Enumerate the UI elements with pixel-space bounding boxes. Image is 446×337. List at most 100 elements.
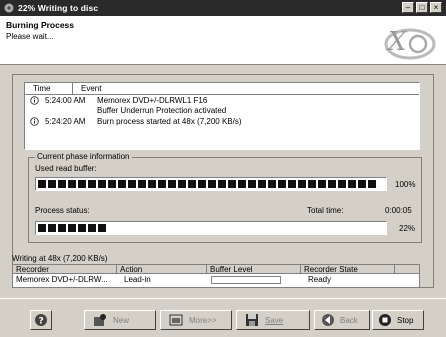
progress-segment [368,180,376,188]
save-button-label: Save [265,315,284,325]
title-bar[interactable]: 22% Writing to disc ‒ □ × [0,0,446,16]
progress-segment [108,180,116,188]
new-button[interactable]: New [84,310,156,330]
progress-segment [248,180,256,188]
progress-segment [228,180,236,188]
progress-segment [128,180,136,188]
progress-segment [358,180,366,188]
progress-segment [268,180,276,188]
process-percent: 22% [399,224,416,233]
svg-text:?: ? [39,317,44,327]
progress-segment [58,180,66,188]
total-time-value: 0:00:05 [385,206,412,215]
minimize-button[interactable]: ‒ [402,2,414,13]
new-disc-icon [94,314,106,326]
progress-segment [58,224,66,232]
progress-segment [278,180,286,188]
log-event: Burn process started at 48x (7,200 KB/s) [97,117,242,126]
progress-segment [338,180,346,188]
header-panel: Burning Process Please wait... X [0,16,446,65]
phase-info-group: Current phase information Used read buff… [28,152,422,243]
progress-segment [308,180,316,188]
stop-icon [379,314,391,326]
progress-segment [298,180,306,188]
column-header-recorder-state[interactable]: Recorder State [301,265,395,274]
progress-segment [38,180,46,188]
help-button[interactable]: ? [30,310,52,330]
recorder-state: Ready [308,275,332,284]
read-buffer-progress-bar [35,177,387,191]
log-time: 5:24:20 AM [45,117,86,126]
progress-segment [328,180,336,188]
progress-segment [78,180,86,188]
column-header-recorder[interactable]: Recorder [13,265,117,274]
back-button-label: Back [340,315,358,325]
page-title: Burning Process [6,20,75,30]
read-buffer-fill [38,180,384,188]
column-header-event[interactable]: Event [73,83,419,94]
info-icon [30,96,39,105]
progress-segment [258,180,266,188]
stop-button[interactable]: Stop [372,310,424,330]
more-button[interactable]: More>> [160,310,232,330]
app-icon [4,3,14,13]
progress-segment [78,224,86,232]
page-subtitle: Please wait... [6,32,54,41]
back-arrow-icon [322,314,334,326]
progress-segment [138,180,146,188]
read-buffer-percent: 100% [395,180,416,189]
progress-segment [238,180,246,188]
progress-segment [168,180,176,188]
nero-logo-icon: X [384,27,436,60]
progress-segment [158,180,166,188]
progress-segment [98,180,106,188]
progress-segment [148,180,156,188]
progress-segment [88,180,96,188]
back-button[interactable]: Back [314,310,370,330]
recorder-name: Memorex DVD+/-DLRW... [16,275,108,284]
log-row: 5:24:00 AM Memorex DVD+/-DLRWL1 F16 [25,96,419,106]
recorder-table[interactable]: Recorder Action Buffer Level Recorder St… [12,264,420,288]
recorder-action: Lead-in [124,275,151,284]
svg-text:X: X [386,27,408,57]
progress-segment [288,180,296,188]
column-header-buffer-level[interactable]: Buffer Level [207,265,301,274]
progress-segment [48,180,56,188]
maximize-button[interactable]: □ [416,2,428,13]
progress-segment [98,224,106,232]
progress-segment [178,180,186,188]
close-button[interactable]: × [430,2,442,13]
progress-segment [48,224,56,232]
progress-segment [68,180,76,188]
process-fill [38,224,114,232]
progress-segment [208,180,216,188]
column-header-extra [395,265,419,274]
help-icon: ? [35,314,47,327]
group-legend: Current phase information [35,152,132,161]
log-event: Buffer Underrun Protection activated [97,106,227,115]
progress-segment [188,180,196,188]
save-button[interactable]: Save [236,310,310,330]
column-header-action[interactable]: Action [117,265,207,274]
log-time: 5:24:00 AM [45,96,86,105]
buffer-level-bar [211,276,281,284]
progress-segment [118,180,126,188]
event-log[interactable]: Time Event 5:24:00 AM Memorex DVD+/-DLRW… [24,82,420,150]
status-line: Writing at 48x (7,200 KB/s) [12,254,108,263]
save-icon [246,314,258,326]
progress-segment [38,224,46,232]
read-buffer-label: Used read buffer: [35,164,97,173]
progress-segment [218,180,226,188]
progress-segment [68,224,76,232]
column-header-time[interactable]: Time [25,83,73,94]
info-icon [30,117,39,126]
log-event: Memorex DVD+/-DLRWL1 F16 [97,96,208,105]
more-icon [169,314,183,326]
process-progress-bar [35,221,387,235]
progress-segment [88,224,96,232]
progress-segment [348,180,356,188]
total-time-label: Total time: [307,206,344,215]
progress-segment [318,180,326,188]
window-title: 22% Writing to disc [18,3,99,13]
process-status-label: Process status: [35,206,90,215]
